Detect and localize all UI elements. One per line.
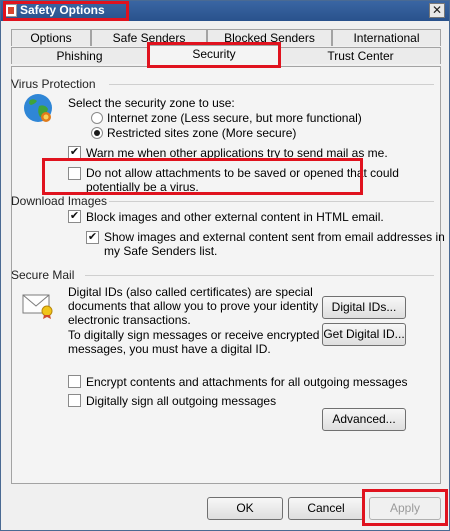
warn-send-as-me-checkbox[interactable]: ✔ <box>68 146 81 159</box>
tab-safe-senders[interactable]: Safe Senders <box>91 29 207 46</box>
digital-id-desc-line1: Digital IDs (also called certificates) a… <box>68 285 313 299</box>
digital-id-desc-line3: electronic transactions. <box>68 313 191 327</box>
internet-zone-label: Internet zone (Less secure, but more fun… <box>107 111 362 125</box>
show-safe-senders-images-line2: my Safe Senders list. <box>104 244 218 258</box>
tab-international[interactable]: International <box>332 29 441 46</box>
digital-id-sign-line2: messages, you must have a digital ID. <box>68 342 271 356</box>
download-images-divider <box>109 201 434 202</box>
encrypt-outgoing-label: Encrypt contents and attachments for all… <box>86 375 408 389</box>
window-title: Safety Options <box>20 3 105 17</box>
restricted-zone-radio[interactable] <box>91 127 103 139</box>
show-safe-senders-images-line1: Show images and external content sent fr… <box>104 230 445 244</box>
cancel-button[interactable]: Cancel <box>288 497 364 520</box>
close-button[interactable]: ✕ <box>429 3 445 18</box>
secure-mail-envelope-icon <box>22 294 53 319</box>
safety-options-window: Safety Options ✕ Options Safe Senders Bl… <box>0 0 450 531</box>
digital-ids-button[interactable]: Digital IDs... <box>322 296 406 319</box>
ok-button[interactable]: OK <box>207 497 283 520</box>
tab-trust-center[interactable]: Trust Center <box>280 47 441 64</box>
block-images-label: Block images and other external content … <box>86 210 384 224</box>
advanced-button[interactable]: Advanced... <box>322 408 406 431</box>
restricted-zone-label: Restricted sites zone (More secure) <box>107 126 297 140</box>
secure-mail-heading: Secure Mail <box>11 268 75 282</box>
digital-id-desc-line2: documents that allow you to prove your i… <box>68 299 331 313</box>
warn-send-as-me-label: Warn me when other applications try to s… <box>86 146 388 160</box>
download-images-heading: Download Images <box>11 194 108 208</box>
apply-button[interactable]: Apply <box>369 497 441 520</box>
block-attachments-label-line1: Do not allow attachments to be saved or … <box>86 166 399 180</box>
show-safe-senders-images-checkbox[interactable]: ✔ <box>86 231 99 244</box>
zone-prompt: Select the security zone to use: <box>68 96 235 110</box>
get-digital-id-button[interactable]: Get Digital ID... <box>322 323 406 346</box>
digital-id-sign-line1: To digitally sign messages or receive en… <box>68 328 320 342</box>
tab-options[interactable]: Options <box>11 29 91 46</box>
encrypt-outgoing-checkbox[interactable] <box>68 375 81 388</box>
globe-icon <box>24 94 52 122</box>
tab-phishing[interactable]: Phishing <box>11 47 148 64</box>
tab-blocked-senders[interactable]: Blocked Senders <box>207 29 332 46</box>
secure-mail-divider <box>85 275 434 276</box>
sign-outgoing-label: Digitally sign all outgoing messages <box>86 394 277 408</box>
block-images-checkbox[interactable]: ✔ <box>68 210 81 223</box>
block-attachments-label-line2: potentially be a virus. <box>86 180 199 194</box>
tab-security[interactable]: Security <box>148 45 280 65</box>
sign-outgoing-checkbox[interactable] <box>68 394 81 407</box>
block-attachments-checkbox[interactable] <box>68 167 81 180</box>
title-bar: Safety Options ✕ <box>1 1 449 21</box>
virus-protection-divider <box>109 84 434 85</box>
app-icon <box>5 4 17 17</box>
virus-protection-heading: Virus Protection <box>11 77 96 91</box>
internet-zone-radio[interactable] <box>91 112 103 124</box>
